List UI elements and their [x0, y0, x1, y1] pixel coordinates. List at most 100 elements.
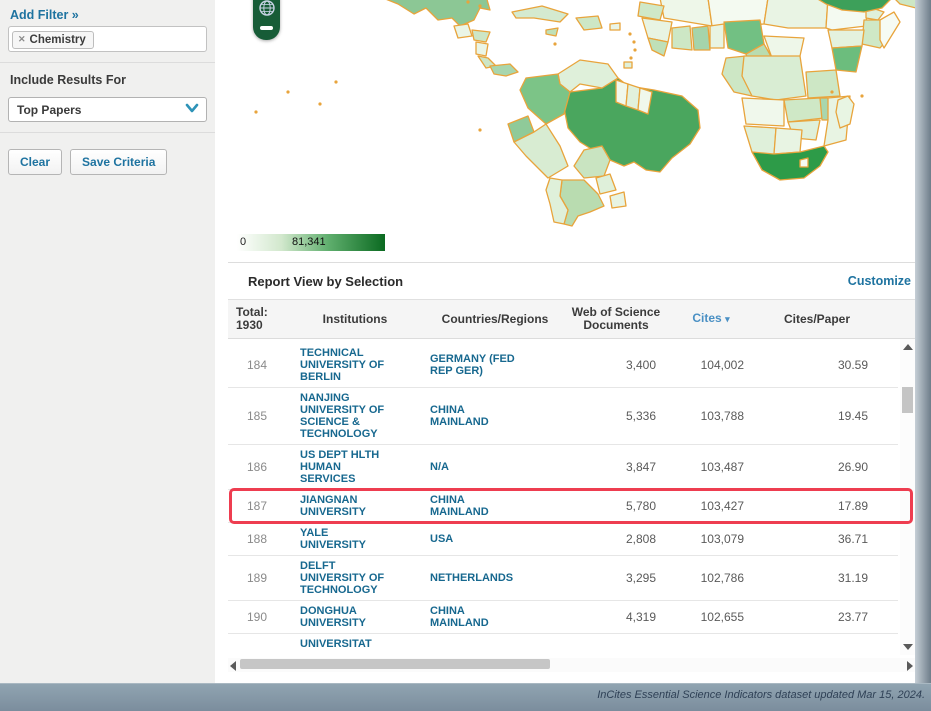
filter-chip-label: Chemistry [30, 34, 86, 46]
column-header-countries: Countries/Regions [424, 313, 566, 326]
remove-filter-icon[interactable]: ✕ [18, 34, 26, 45]
country-link[interactable]: N/A [424, 461, 566, 473]
country-link[interactable]: CHINA MAINLAND [424, 404, 566, 428]
active-filters-box[interactable]: ✕ Chemistry [8, 26, 207, 52]
results-for-select[interactable]: Top Papers [8, 97, 207, 122]
institution-link[interactable]: TECHNICAL UNIVERSITY OF BERLIN [286, 347, 424, 383]
institution-link[interactable]: YALE UNIVERSITY [286, 527, 424, 551]
save-criteria-button[interactable]: Save Criteria [70, 149, 167, 175]
rank-cell: 186 [228, 461, 286, 473]
legend-max-value: 81,341 [292, 236, 326, 248]
cites-per-paper-cell: 26.90 [756, 461, 878, 473]
sidebar-divider [0, 132, 215, 133]
world-map[interactable] [228, 0, 915, 230]
cites-cell: 102,655 [666, 611, 756, 623]
map-countries [378, 0, 915, 226]
add-filter-link[interactable]: Add Filter » [10, 8, 79, 22]
country-link[interactable]: CHINA MAINLAND [424, 494, 566, 518]
cites-per-paper-cell: 30.59 [756, 359, 878, 371]
country-link[interactable]: CHINA MAINLAND [424, 605, 566, 629]
institution-link[interactable]: UNIVERSITAT [286, 638, 424, 650]
main-panel: 0 81,341 Report View by Selection Custom… [215, 0, 915, 683]
report-section: Report View by Selection Customize Total… [228, 262, 915, 672]
rank-cell: 187 [228, 500, 286, 512]
legend-min-value: 0 [240, 236, 246, 248]
scroll-down-arrow-icon[interactable] [903, 644, 913, 650]
map-area: 0 81,341 [215, 0, 915, 262]
institution-link[interactable]: JIANGNAN UNIVERSITY [286, 494, 424, 518]
column-header-wos-documents: Web of Science Documents [566, 306, 666, 332]
table-row[interactable]: UNIVERSITAT [228, 634, 898, 654]
cites-per-paper-cell: 17.89 [756, 500, 878, 512]
rank-cell: 184 [228, 359, 286, 371]
scroll-left-arrow-icon[interactable] [230, 661, 236, 671]
wos-documents-cell: 3,400 [566, 359, 666, 371]
column-header-institutions: Institutions [286, 313, 424, 326]
table-row[interactable]: 184 TECHNICAL UNIVERSITY OF BERLIN GERMA… [228, 343, 898, 388]
clear-button[interactable]: Clear [8, 149, 62, 175]
rank-cell: 185 [228, 410, 286, 422]
cites-cell: 103,079 [666, 533, 756, 545]
table-row[interactable]: 189 DELFT UNIVERSITY OF TECHNOLOGY NETHE… [228, 556, 898, 601]
table-header-row: Total: 1930 Institutions Countries/Regio… [228, 299, 915, 339]
scroll-up-arrow-icon[interactable] [903, 344, 913, 350]
results-for-value: Top Papers [17, 103, 81, 117]
table-row[interactable]: 186 US DEPT HLTH HUMAN SERVICES N/A 3,84… [228, 445, 898, 490]
customize-link[interactable]: Customize [848, 274, 911, 288]
column-header-total: Total: 1930 [228, 306, 286, 332]
wos-documents-cell: 3,295 [566, 572, 666, 584]
column-header-cites-per-paper: Cites/Paper [756, 313, 878, 326]
table-horizontal-scrollbar[interactable] [228, 658, 915, 672]
vertical-scroll-thumb[interactable] [902, 387, 913, 413]
table-row[interactable]: 185 NANJING UNIVERSITY OF SCIENCE & TECH… [228, 388, 898, 445]
wos-documents-cell: 5,780 [566, 500, 666, 512]
globe-icon[interactable] [258, 0, 276, 22]
sort-descending-icon: ▾ [725, 314, 730, 324]
institution-link[interactable]: NANJING UNIVERSITY OF SCIENCE & TECHNOLO… [286, 392, 424, 440]
cites-cell: 103,487 [666, 461, 756, 473]
map-color-legend: 0 81,341 [237, 234, 385, 251]
country-link[interactable]: GERMANY (FED REP GER) [424, 353, 566, 377]
country-link[interactable]: USA [424, 533, 566, 545]
table-vertical-scrollbar[interactable] [900, 339, 915, 655]
institution-link[interactable]: DONGHUA UNIVERSITY [286, 605, 424, 629]
cites-per-paper-cell: 31.19 [756, 572, 878, 584]
scroll-right-arrow-icon[interactable] [907, 661, 913, 671]
report-view-title: Report View by Selection [248, 274, 403, 289]
rank-cell: 190 [228, 611, 286, 623]
table-row[interactable]: 187 JIANGNAN UNIVERSITY CHINA MAINLAND 5… [228, 490, 898, 523]
filter-chip-chemistry[interactable]: ✕ Chemistry [12, 31, 94, 49]
column-header-cites-sort[interactable]: Cites ▾ [666, 312, 756, 326]
table-row[interactable]: 188 YALE UNIVERSITY USA 2,808 103,079 36… [228, 523, 898, 556]
cites-per-paper-cell: 23.77 [756, 611, 878, 623]
rank-cell: 189 [228, 572, 286, 584]
cites-cell: 102,786 [666, 572, 756, 584]
rank-cell: 188 [228, 533, 286, 545]
wos-documents-cell: 4,319 [566, 611, 666, 623]
institution-link[interactable]: DELFT UNIVERSITY OF TECHNOLOGY [286, 560, 424, 596]
horizontal-scroll-thumb[interactable] [240, 659, 550, 669]
wos-documents-cell: 3,847 [566, 461, 666, 473]
cites-cell: 103,788 [666, 410, 756, 422]
cites-cell: 104,002 [666, 359, 756, 371]
institution-link[interactable]: US DEPT HLTH HUMAN SERVICES [286, 449, 424, 485]
wos-documents-cell: 5,336 [566, 410, 666, 422]
cites-per-paper-cell: 19.45 [756, 410, 878, 422]
country-link[interactable]: NETHERLANDS [424, 572, 566, 584]
include-results-label: Include Results For [10, 73, 207, 87]
cites-per-paper-cell: 36.71 [756, 533, 878, 545]
table-body-viewport: UNIVERSITY MAINLAND 184 TECHNICAL UN [228, 339, 915, 655]
page-footer: InCites Essential Science Indicators dat… [0, 683, 931, 711]
esi-page: Add Filter » ✕ Chemistry Include Results… [0, 0, 931, 711]
cites-cell: 103,427 [666, 500, 756, 512]
country-link[interactable] [424, 638, 566, 650]
table-row[interactable]: 190 DONGHUA UNIVERSITY CHINA MAINLAND 4,… [228, 601, 898, 634]
wos-documents-cell: 2,808 [566, 533, 666, 545]
page-background-edge [915, 0, 931, 683]
sidebar-divider [0, 62, 215, 63]
table-rows: UNIVERSITY MAINLAND 184 TECHNICAL UN [228, 339, 898, 654]
dataset-updated-note: InCites Essential Science Indicators dat… [597, 689, 925, 711]
zoom-out-minus-icon[interactable] [260, 26, 273, 30]
chevron-down-icon [184, 101, 200, 119]
map-zoom-control[interactable] [253, 0, 280, 40]
